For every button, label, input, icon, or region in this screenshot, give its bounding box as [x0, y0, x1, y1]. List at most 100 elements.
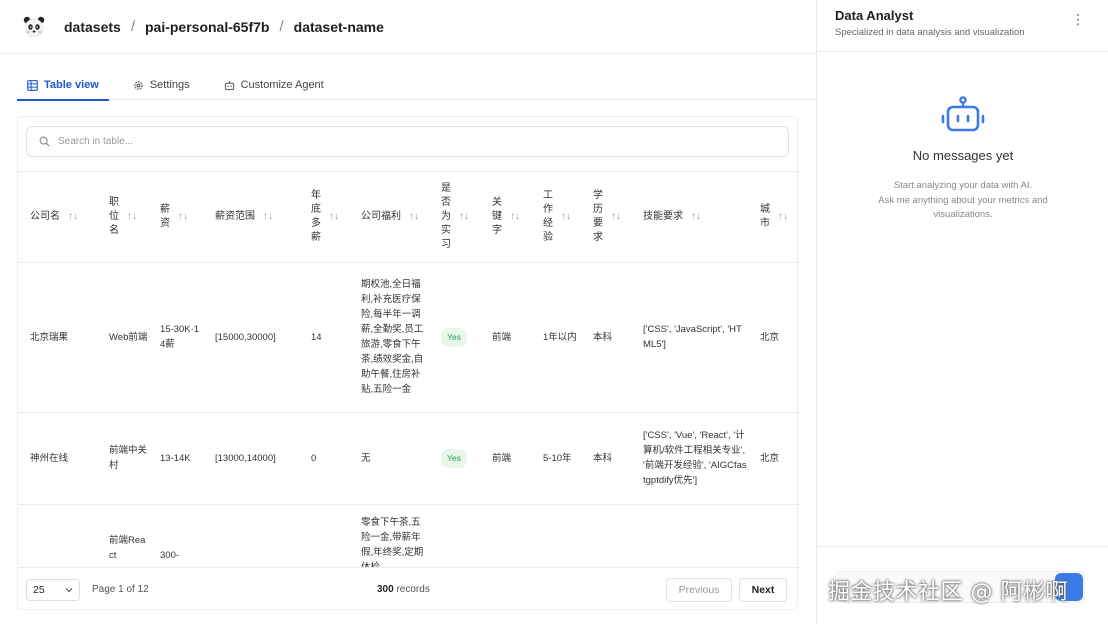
previous-button[interactable]: Previous	[666, 577, 732, 602]
sort-icon[interactable]: ↑↓	[611, 211, 621, 222]
sort-icon[interactable]: ↑↓	[68, 211, 78, 222]
breadcrumb-separator: /	[279, 18, 284, 35]
column-header[interactable]: 学历要求 ↑↓	[581, 172, 631, 263]
table-cell: 13-14K	[148, 412, 203, 505]
panel-subtitle: Specialized in data analysis and visuali…	[835, 27, 1025, 38]
top-bar: datasets / pai-personal-65f7b / dataset-…	[0, 0, 816, 54]
table-row[interactable]: 神州在线 前端中关村 13-14K [13000,14000] 0 无 Yes …	[18, 412, 799, 505]
column-header[interactable]: 公司名 ↑↓	[18, 172, 97, 263]
table-cell: 前端	[480, 262, 531, 413]
empty-state-line: Ask me anything about your metrics and	[878, 194, 1048, 206]
table-cell	[299, 504, 349, 567]
main-area: datasets / pai-personal-65f7b / dataset-…	[0, 0, 816, 624]
table-cell	[18, 504, 97, 567]
table-cell	[581, 504, 631, 567]
sort-icon[interactable]: ↑↓	[127, 211, 137, 222]
table-cell: Yes	[429, 412, 480, 505]
next-button[interactable]: Next	[739, 577, 787, 602]
column-header[interactable]: 年底多薪 ↑↓	[299, 172, 349, 263]
table-search	[26, 126, 789, 157]
sort-icon[interactable]: ↑↓	[510, 211, 520, 222]
empty-state-line: visualizations.	[933, 209, 993, 220]
table-cell: [15000,30000]	[203, 262, 299, 413]
gear-icon	[134, 80, 143, 90]
column-header[interactable]: 工作经验 ↑↓	[531, 172, 581, 263]
table-footer: 25 Page 1 of 12 300 records Previous Nex…	[18, 567, 799, 611]
table-cell: 0	[299, 412, 349, 505]
tab-customize-agent[interactable]: Customize Agent	[214, 70, 334, 100]
table-cell	[631, 504, 748, 567]
sort-icon[interactable]: ↑↓	[409, 211, 419, 222]
table-cell: 14	[299, 262, 349, 413]
more-options-icon[interactable]: ⋮	[1071, 12, 1085, 26]
table-cell: 本科	[581, 262, 631, 413]
table-cell	[429, 504, 480, 567]
status-badge: Yes	[441, 448, 467, 468]
tab-table-view[interactable]: Table view	[17, 70, 109, 101]
status-badge: Yes	[441, 327, 467, 347]
tab-settings[interactable]: Settings	[123, 70, 200, 100]
panel-header: Data Analyst Specialized in data analysi…	[817, 0, 1108, 52]
column-header[interactable]: 职位名 ↑↓	[97, 172, 148, 263]
table-cell: 神州在线	[18, 412, 97, 505]
column-header[interactable]: 薪资 ↑↓	[148, 172, 203, 263]
table-cell: 前端	[480, 412, 531, 505]
sort-icon[interactable]: ↑↓	[778, 211, 788, 222]
breadcrumb-dataset[interactable]: dataset-name	[294, 19, 384, 35]
table-cell: [13000,14000]	[203, 412, 299, 505]
column-header[interactable]: 公司福利 ↑↓	[349, 172, 429, 263]
column-header[interactable]: 关键字 ↑↓	[480, 172, 531, 263]
sort-icon[interactable]: ↑↓	[263, 211, 273, 222]
column-header[interactable]: 城市 ↑↓	[748, 172, 799, 263]
table-card: 公司名↑↓ 职位名↑↓ 薪资↑↓ 薪资范围↑↓ 年底多薪↑↓ 公司福利↑↓ 是否…	[17, 116, 799, 611]
sort-icon[interactable]: ↑↓	[178, 211, 188, 222]
table-cell	[480, 504, 531, 567]
tab-label: Settings	[149, 79, 190, 91]
table-cell: 前端中关村	[97, 412, 148, 505]
column-header[interactable]: 是否为实习 ↑↓	[429, 172, 480, 263]
table-cell: 北京	[748, 412, 799, 505]
sort-icon[interactable]: ↑↓	[329, 211, 339, 222]
page-size-value: 25	[33, 583, 45, 596]
search-icon	[39, 136, 50, 147]
table-cell: 1年以内	[531, 262, 581, 413]
search-input[interactable]	[58, 136, 738, 147]
table-cell: 无	[349, 412, 429, 505]
empty-state-title: No messages yet	[912, 148, 1014, 163]
empty-state-line: Start analyzing your data with AI.	[893, 180, 1033, 191]
panda-logo-icon[interactable]	[22, 15, 46, 39]
breadcrumb-datasets[interactable]: datasets	[64, 19, 121, 35]
robot-icon	[224, 80, 234, 90]
record-count-value: 300	[377, 584, 394, 595]
tab-label: Table view	[44, 79, 99, 91]
column-header[interactable]: 技能要求 ↑↓	[631, 172, 748, 263]
sort-icon[interactable]: ↑↓	[561, 211, 571, 222]
column-header[interactable]: 薪资范围 ↑↓	[203, 172, 299, 263]
table-cell	[748, 504, 799, 567]
table-cell: 期权池,全日福利,补充医疗保险,每半年一调薪,全勤奖,员工旅游,零食下午茶,绩效…	[349, 262, 429, 413]
sort-icon[interactable]: ↑↓	[691, 211, 701, 222]
view-tabs: Table view Settings Customize Agent	[17, 70, 816, 101]
table-cell: 5-10年	[531, 412, 581, 505]
table-cell	[203, 504, 299, 567]
table-cell: 15-30K·14薪	[148, 262, 203, 413]
sort-icon[interactable]: ↑↓	[459, 211, 469, 222]
data-table: 公司名 ↑↓ 职位名 ↑↓ 薪资 ↑↓ 薪资范围 ↑↓ 年底多薪 ↑↓ 公司福利 ↑↓ 是否…	[18, 171, 799, 567]
page-size-select[interactable]: 25	[26, 578, 80, 601]
record-count-label: records	[396, 584, 430, 595]
record-count: 300 records	[377, 584, 430, 595]
table-cell: Yes	[429, 262, 480, 413]
breadcrumb-separator: /	[130, 18, 135, 35]
table-cell	[531, 504, 581, 567]
table-cell: 300-	[148, 504, 203, 567]
table-icon	[27, 79, 38, 91]
table-row[interactable]: 北京瑞果 Web前端 15-30K·14薪 [15000,30000] 14 期…	[18, 262, 799, 413]
table-cell: Web前端	[97, 262, 148, 413]
table-row[interactable]: 前端React 300- 零食下午茶,五险一金,带薪年假,年终奖,定期体检	[18, 504, 799, 567]
breadcrumb-project[interactable]: pai-personal-65f7b	[145, 19, 269, 35]
assistant-panel: Data Analyst Specialized in data analysi…	[816, 0, 1108, 624]
table-cell: ['CSS', 'JavaScript', 'HTML5']	[631, 262, 748, 413]
robot-icon	[941, 96, 985, 132]
page-info: Page 1 of 12	[92, 584, 149, 595]
watermark: 掘金技术社区 @ 阿彬啊	[828, 580, 1068, 605]
